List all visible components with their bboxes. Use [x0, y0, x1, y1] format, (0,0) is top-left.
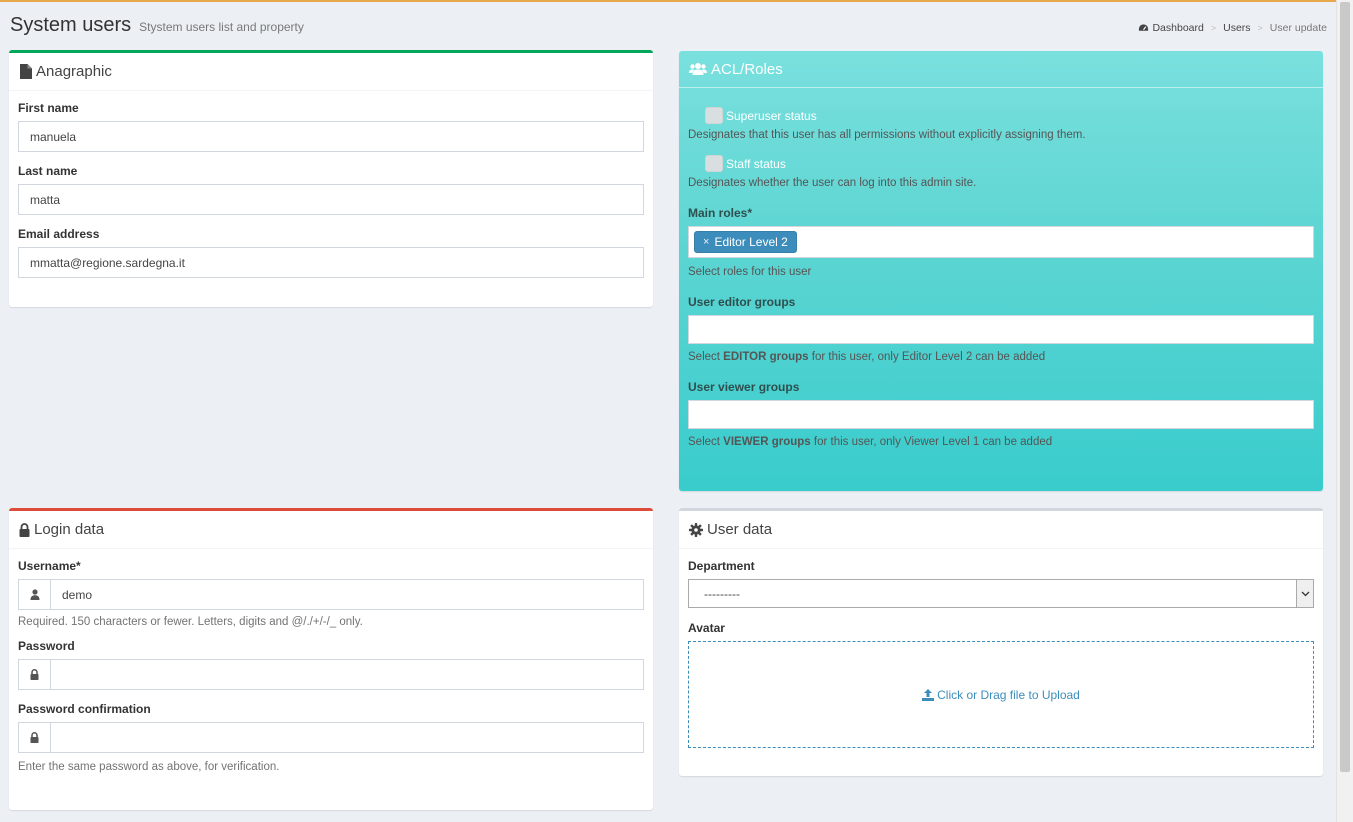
upload-text: Click or Drag file to Upload — [937, 687, 1080, 702]
page-title: System users — [10, 14, 132, 36]
acl-roles-box: ACL/Roles Superuser status Designates th… — [679, 51, 1323, 491]
main-roles-select[interactable]: × Editor Level 2 — [688, 226, 1314, 258]
file-icon — [20, 64, 32, 79]
remove-tag-icon[interactable]: × — [703, 236, 709, 248]
staff-help: Designates whether the user can log into… — [688, 177, 977, 189]
viewer-groups-group: User viewer groups Select VIEWER groups … — [688, 380, 1314, 448]
superuser-row: Superuser status — [688, 107, 1314, 124]
breadcrumb-users[interactable]: Users — [1223, 22, 1250, 34]
anagraphic-box: Anagraphic First name Last name Email ad… — [9, 50, 653, 307]
password-confirm-help: Enter the same password as above, for ve… — [18, 761, 280, 773]
staff-checkbox[interactable] — [705, 155, 723, 172]
anagraphic-title: Anagraphic — [36, 63, 112, 80]
user-icon — [18, 579, 50, 610]
password-input[interactable] — [50, 659, 644, 690]
top-accent-line — [0, 0, 1336, 2]
password-label: Password — [18, 639, 75, 653]
username-help: Required. 150 characters or fewer. Lette… — [18, 616, 363, 628]
department-select[interactable]: --------- — [688, 579, 1314, 608]
chevron-down-icon[interactable] — [1296, 580, 1313, 607]
login-data-header: Login data — [9, 511, 653, 549]
breadcrumb-dashboard[interactable]: Dashboard — [1152, 22, 1203, 34]
viewer-help-pre: Select — [688, 436, 724, 448]
page-subtitle: Stystem users list and property — [139, 20, 304, 34]
password-confirm-label: Password confirmation — [18, 702, 151, 716]
last-name-label: Last name — [18, 164, 78, 178]
lock-icon — [19, 522, 30, 537]
scrollbar-thumb[interactable] — [1340, 2, 1350, 772]
superuser-help: Designates that this user has all permis… — [688, 129, 1086, 141]
first-name-group: First name — [18, 101, 644, 152]
main-roles-label: Main roles* — [688, 206, 753, 220]
breadcrumb: Dashboard > Users > User update — [1138, 22, 1327, 34]
dashboard-icon — [1139, 24, 1149, 31]
main-roles-group: Main roles* × Editor Level 2 Select role… — [688, 206, 1314, 278]
password-confirm-group: Password confirmation Enter the same pas… — [18, 702, 644, 773]
password-confirm-input-group — [18, 722, 644, 753]
user-data-title: User data — [707, 521, 773, 538]
username-group: Username* Required. 150 characters or fe… — [18, 559, 644, 628]
username-input-group — [18, 579, 644, 610]
lock-icon — [18, 659, 50, 690]
staff-row: Staff status — [688, 155, 1314, 172]
first-name-input[interactable] — [18, 121, 644, 152]
user-data-box: User data Department --------- Avatar Cl… — [679, 508, 1323, 776]
editor-groups-help: Select EDITOR groups for this user, only… — [688, 351, 1314, 363]
anagraphic-header: Anagraphic — [9, 53, 653, 91]
superuser-label: Superuser status — [726, 108, 817, 123]
acl-roles-header: ACL/Roles — [679, 51, 1323, 88]
editor-help-pre: Select — [688, 351, 724, 363]
gear-icon — [689, 522, 703, 537]
viewer-groups-help: Select VIEWER groups for this user, only… — [688, 436, 1314, 448]
breadcrumb-user-update: User update — [1269, 22, 1327, 34]
avatar-label: Avatar — [688, 621, 725, 635]
viewer-help-bold: VIEWER groups — [723, 436, 811, 448]
editor-groups-label: User editor groups — [688, 295, 796, 309]
editor-groups-group: User editor groups Select EDITOR groups … — [688, 295, 1314, 363]
editor-groups-select[interactable] — [688, 315, 1314, 344]
last-name-input[interactable] — [18, 184, 644, 215]
upload-icon — [922, 688, 935, 701]
breadcrumb-separator: > — [1257, 23, 1263, 33]
last-name-group: Last name — [18, 164, 644, 215]
vertical-scrollbar[interactable] — [1336, 0, 1353, 822]
email-label: Email address — [18, 227, 100, 241]
main-roles-help: Select roles for this user — [688, 266, 812, 278]
role-tag-label: Editor Level 2 — [714, 235, 788, 249]
username-input[interactable] — [50, 579, 644, 610]
avatar-group: Avatar Click or Drag file to Upload — [688, 621, 1314, 748]
page-header: System users Stystem users list and prop… — [10, 14, 304, 37]
viewer-groups-label: User viewer groups — [688, 380, 800, 394]
viewer-groups-select[interactable] — [688, 400, 1314, 429]
first-name-label: First name — [18, 101, 79, 115]
department-label: Department — [688, 559, 755, 573]
password-input-group — [18, 659, 644, 690]
lock-icon — [18, 722, 50, 753]
department-group: Department --------- — [688, 559, 1314, 608]
login-data-box: Login data Username* Required. 150 chara… — [9, 508, 653, 810]
login-data-title: Login data — [34, 521, 105, 538]
breadcrumb-separator: > — [1210, 23, 1217, 33]
superuser-checkbox[interactable] — [705, 107, 723, 124]
username-label: Username* — [18, 559, 81, 573]
viewer-help-post: for this user, only Viewer Level 1 can b… — [810, 436, 1053, 448]
password-confirm-input[interactable] — [50, 722, 644, 753]
email-input[interactable] — [18, 247, 644, 278]
users-icon — [689, 63, 707, 75]
editor-help-post: for this user, only Editor Level 2 can b… — [808, 351, 1046, 363]
editor-help-bold: EDITOR groups — [723, 351, 809, 363]
staff-label: Staff status — [726, 156, 786, 171]
email-group: Email address — [18, 227, 644, 278]
acl-roles-title: ACL/Roles — [711, 60, 783, 78]
avatar-dropzone[interactable]: Click or Drag file to Upload — [688, 641, 1314, 748]
role-tag: × Editor Level 2 — [694, 231, 797, 253]
department-selected-value: --------- — [704, 586, 740, 601]
password-group: Password — [18, 639, 644, 690]
user-data-header: User data — [679, 511, 1323, 549]
